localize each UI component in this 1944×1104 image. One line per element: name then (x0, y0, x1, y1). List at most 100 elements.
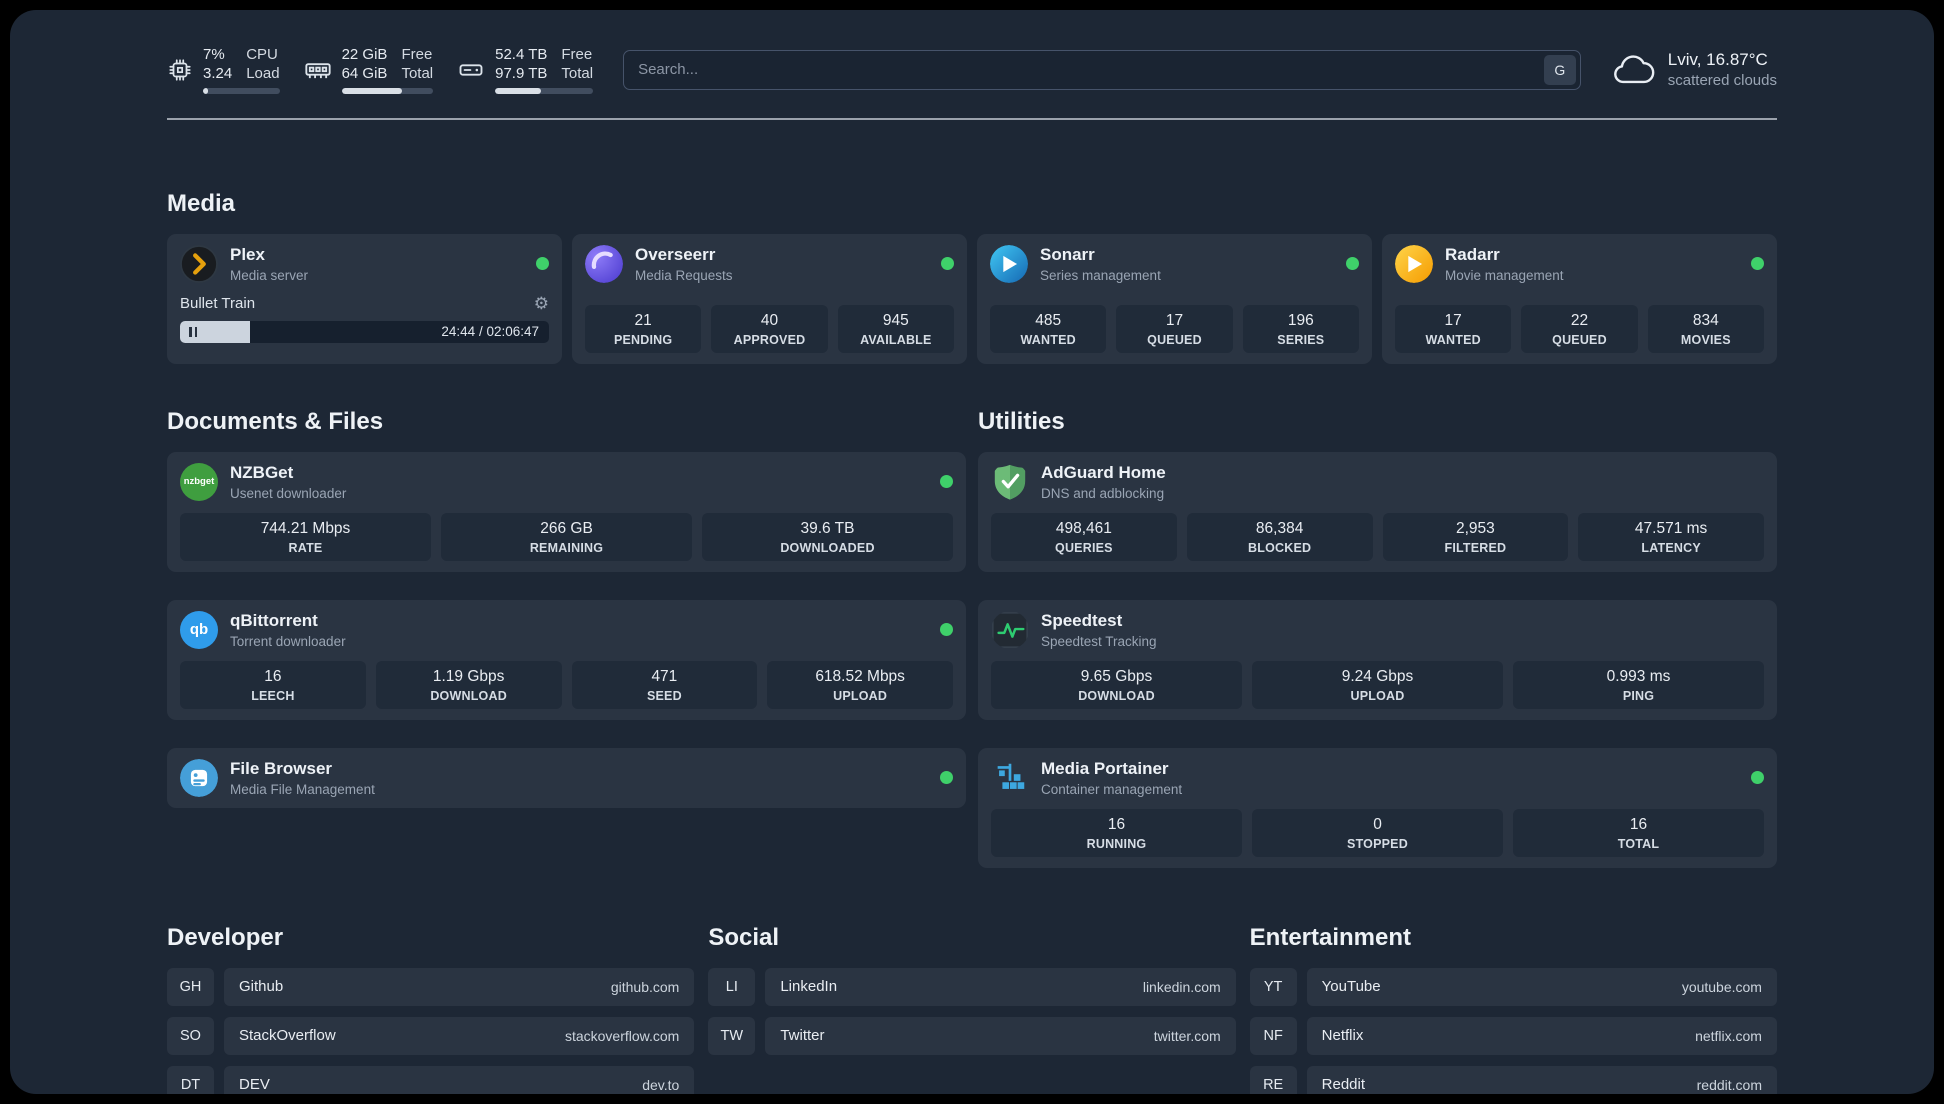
stat-value: 17 (1444, 311, 1462, 329)
app-subtitle: Usenet downloader (230, 485, 347, 501)
stat-value: 834 (1692, 311, 1719, 329)
link-abbr[interactable]: GH (167, 967, 214, 1006)
link-abbr[interactable]: DT (167, 1065, 214, 1094)
link-url: dev.to (642, 1076, 680, 1093)
stat-value: 16 (264, 667, 282, 685)
speedtest-card[interactable]: Speedtest Speedtest Tracking 9.65 Gbps D… (978, 599, 1777, 720)
filebrowser-card[interactable]: File Browser Media File Management (167, 747, 966, 808)
adguard-card[interactable]: AdGuard Home DNS and adblocking 498,461 … (978, 451, 1777, 572)
adguard-icon (994, 464, 1026, 500)
link-abbr[interactable]: RE (1249, 1065, 1297, 1094)
link-abbr[interactable]: LI (708, 967, 756, 1006)
nzbget-card[interactable]: nzbget NZBGet Usenet downloader 744.21 M… (167, 451, 966, 572)
link-item-stackoverflow[interactable]: SO StackOverflow stackoverflow.com (167, 1016, 695, 1055)
stat-value: 266 GB (540, 519, 593, 537)
app-name: Speedtest (1041, 610, 1123, 630)
link-item-netflix[interactable]: NF Netflix netflix.com (1249, 1016, 1777, 1055)
stat-tile: 21 PENDING (585, 304, 702, 353)
link-abbr[interactable]: SO (167, 1016, 214, 1055)
cpu-load-label: Load (246, 64, 280, 82)
stat-tile: 16 RUNNING (991, 808, 1242, 857)
stat-tile: 9.65 Gbps DOWNLOAD (991, 660, 1242, 709)
stat-value: 618.52 Mbps (815, 667, 905, 685)
pause-icon[interactable] (189, 326, 192, 337)
link-item-reddit[interactable]: RE Reddit reddit.com (1249, 1065, 1777, 1094)
weather-condition: scattered clouds (1667, 72, 1777, 90)
app-subtitle: Torrent downloader (230, 633, 346, 649)
stat-tile: 0.993 ms PING (1513, 660, 1764, 709)
radarr-card[interactable]: Radarr Movie management 17 WANTED 22 QUE… (1382, 233, 1777, 364)
link-name: Reddit (1321, 1076, 1366, 1093)
weather-location: Lviv, 16.87°C (1667, 50, 1768, 70)
link-name: StackOverflow (239, 1027, 336, 1044)
stat-value: 22 (1570, 311, 1589, 329)
stat-label: DOWNLOADED (780, 540, 875, 555)
stat-value: 196 (1287, 311, 1314, 329)
stat-label: PING (1622, 688, 1655, 703)
stat-label: MOVIES (1680, 332, 1731, 347)
link-item-twitter[interactable]: TW Twitter twitter.com (708, 1016, 1236, 1055)
stat-tile: 266 GB REMAINING (441, 512, 692, 561)
status-indicator (940, 623, 953, 636)
ram-progress-bar (341, 87, 434, 94)
portainer-card[interactable]: Media Portainer Container management 16 … (978, 747, 1777, 868)
stat-tile: 0 STOPPED (1252, 808, 1503, 857)
stat-value: 0.993 ms (1606, 667, 1671, 685)
link-url: netflix.com (1695, 1027, 1762, 1044)
stat-tile: 16 TOTAL (1513, 808, 1764, 857)
status-indicator (1346, 257, 1359, 270)
link-abbr[interactable]: YT (1249, 967, 1297, 1006)
app-name: Media Portainer (1041, 758, 1169, 778)
filebrowser-icon (180, 758, 218, 797)
stat-value: 86,384 (1255, 519, 1304, 537)
stat-value: 1.19 Gbps (432, 667, 505, 685)
seek-bar[interactable]: 24:44 / 02:06:47 (180, 320, 549, 343)
stat-tile: 618.52 Mbps UPLOAD (767, 660, 953, 709)
link-url: youtube.com (1681, 978, 1762, 995)
status-indicator (940, 771, 953, 784)
stat-tile: 47.571 ms LATENCY (1578, 512, 1764, 561)
stat-label: REMAINING (529, 540, 604, 555)
stat-tile: 2,953 FILTERED (1382, 512, 1569, 561)
playback-time: 24:44 / 02:06:47 (441, 324, 539, 339)
link-abbr[interactable]: TW (708, 1016, 756, 1055)
link-url: reddit.com (1696, 1076, 1762, 1093)
ram-icon (304, 62, 331, 78)
qbittorrent-card[interactable]: qb qBittorrent Torrent downloader 16 LEE… (167, 599, 966, 720)
status-indicator (536, 257, 549, 270)
stat-tile: 16 LEECH (180, 660, 366, 709)
link-abbr[interactable]: NF (1249, 1016, 1297, 1055)
section-title-entertainment: Entertainment (1249, 923, 1412, 951)
link-url: twitter.com (1153, 1027, 1221, 1044)
speedtest-icon (992, 611, 1028, 648)
stat-value: 9.65 Gbps (1080, 667, 1153, 685)
sonarr-card[interactable]: Sonarr Series management 485 WANTED 17 Q… (977, 233, 1372, 364)
link-item-youtube[interactable]: YT YouTube youtube.com (1249, 967, 1777, 1006)
link-item-linkedin[interactable]: LI LinkedIn linkedin.com (708, 967, 1236, 1006)
ram-total-label: Total (401, 64, 434, 82)
disk-total-label: Total (561, 64, 594, 82)
link-item-dev[interactable]: DT DEV dev.to (167, 1065, 695, 1094)
app-subtitle: Movie management (1445, 267, 1564, 283)
stat-value: 21 (634, 311, 652, 329)
search-input[interactable] (623, 49, 1581, 90)
gear-icon[interactable]: ⚙ (534, 295, 549, 312)
plex-card[interactable]: Plex Media server Bullet Train ⚙ 24:44 /… (167, 233, 562, 364)
link-item-github[interactable]: GH Github github.com (167, 967, 695, 1006)
dashboard: 7% 3.24 CPU Load 22 GiB 64 GiB Free Tota… (10, 10, 1934, 1094)
stat-label: SERIES (1277, 332, 1325, 347)
link-url: github.com (610, 978, 680, 995)
app-subtitle: DNS and adblocking (1041, 485, 1165, 501)
sonarr-icon (990, 244, 1028, 283)
stat-tile: 196 SERIES (1242, 304, 1359, 353)
cloud-icon (1613, 55, 1655, 83)
cpu-percent: 7% (203, 46, 225, 63)
stat-tile: 498,461 QUERIES (991, 512, 1177, 561)
stat-value: 0 (1373, 815, 1382, 833)
section-title-utilities: Utilities (978, 407, 1065, 435)
link-url: linkedin.com (1142, 978, 1221, 995)
search-engine-button[interactable]: G (1543, 54, 1576, 85)
app-name: Overseerr (635, 244, 716, 264)
overseerr-card[interactable]: Overseerr Media Requests 21 PENDING 40 A… (572, 233, 967, 364)
utilities-section: Utilities AdGuard Home DNS and adblockin… (978, 408, 1777, 868)
